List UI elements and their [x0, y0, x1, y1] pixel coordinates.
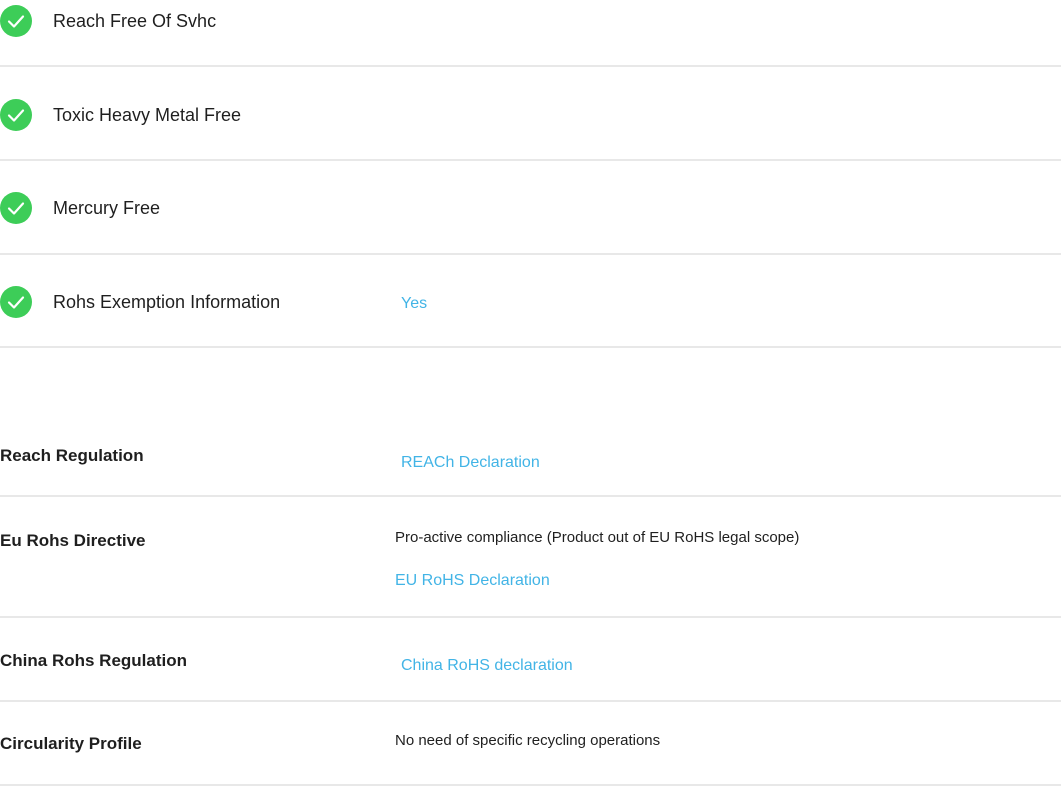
reach-declaration-link[interactable]: REACh Declaration [401, 454, 540, 472]
regulation-text: Pro-active compliance (Product out of EU… [395, 529, 800, 546]
eu-rohs-declaration-link[interactable]: EU RoHS Declaration [395, 572, 550, 590]
feature-label: Mercury Free [53, 198, 161, 218]
check-circle-icon [0, 192, 32, 224]
rohs-exemption-link[interactable]: Yes [401, 295, 427, 313]
feature-label: Reach Free Of Svhc [53, 11, 217, 31]
divider [0, 784, 1061, 786]
regulation-label: Circularity Profile [0, 734, 142, 753]
check-circle-icon [0, 5, 32, 37]
divider [0, 159, 1061, 161]
regulation-label: China Rohs Regulation [0, 651, 187, 670]
feature-label: Toxic Heavy Metal Free [53, 105, 242, 125]
divider [0, 346, 1061, 348]
check-circle-icon [0, 286, 32, 318]
china-rohs-declaration-link[interactable]: China RoHS declaration [401, 657, 573, 675]
regulation-label: Reach Regulation [0, 446, 144, 465]
divider [0, 253, 1061, 255]
divider [0, 616, 1061, 618]
feature-label: Rohs Exemption Information [53, 292, 281, 312]
regulation-label: Eu Rohs Directive [0, 531, 146, 550]
divider [0, 65, 1061, 67]
divider [0, 495, 1061, 497]
divider [0, 700, 1061, 702]
check-circle-icon [0, 99, 32, 131]
regulation-text: No need of specific recycling operations [395, 732, 661, 749]
